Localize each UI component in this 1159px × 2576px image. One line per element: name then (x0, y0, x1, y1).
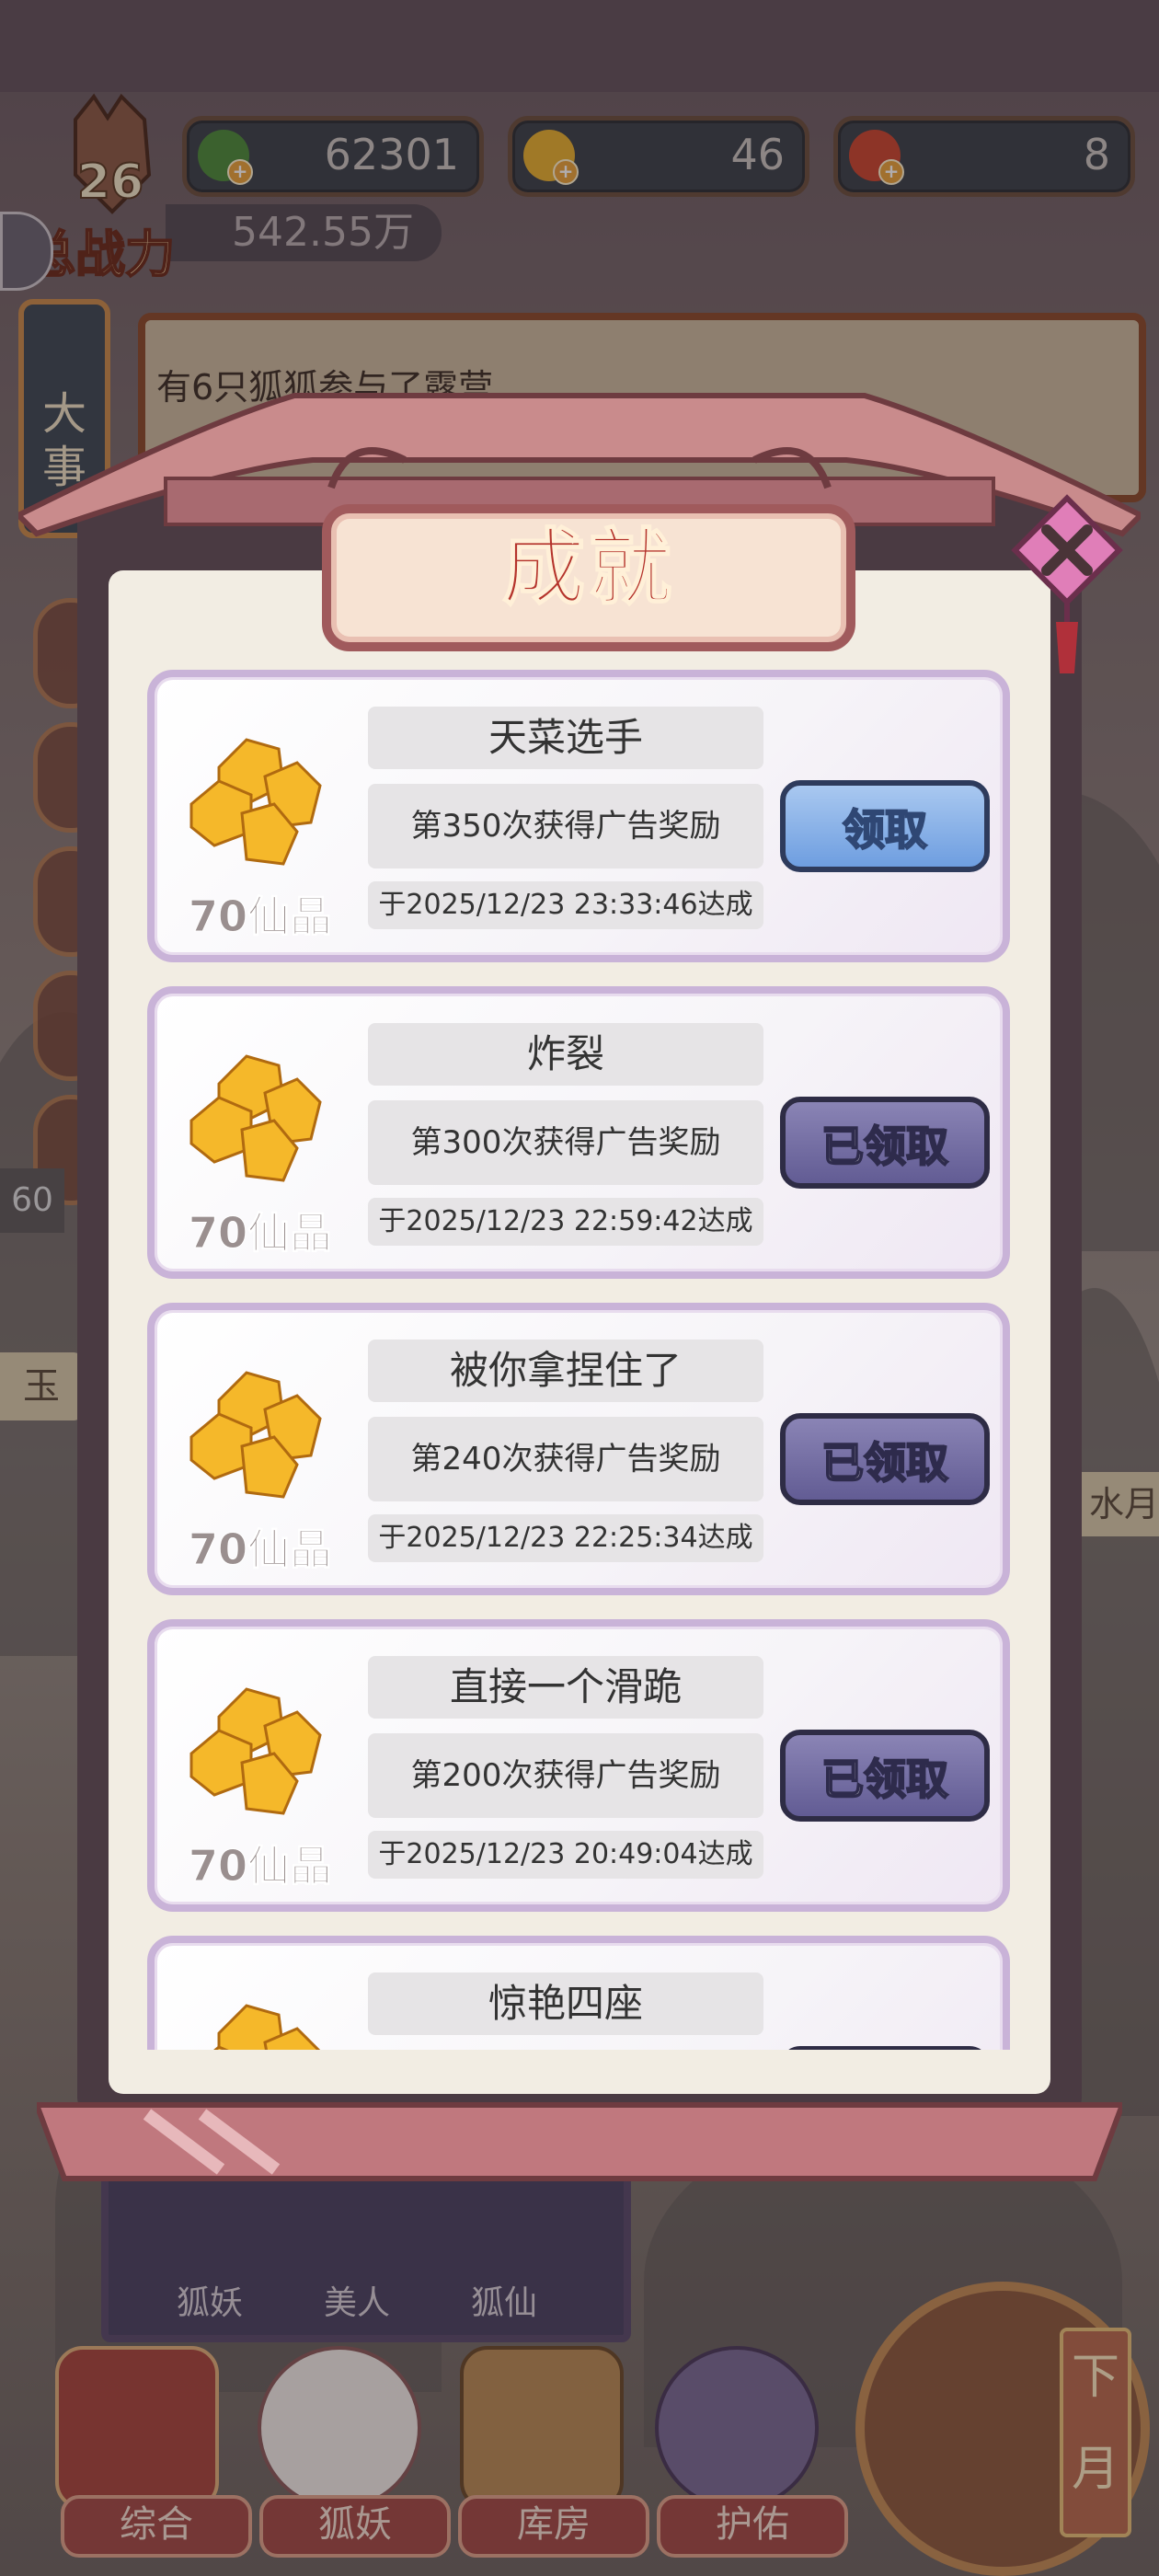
crystal-reward-icon (189, 1371, 322, 1499)
claimed-button[interactable]: 已领取 (780, 1413, 990, 1505)
achievement-desc: 第350次获得广告奖励 (368, 784, 763, 868)
reward-label: 70仙晶 (188, 891, 332, 942)
claimed-button[interactable]: 已领取 (780, 1730, 990, 1822)
modal-title: 成就 (501, 519, 675, 617)
achievement-card: 惊艳四座 (147, 1936, 1010, 2050)
crystal-reward-icon (189, 738, 322, 866)
crystal-reward-icon (213, 2004, 321, 2050)
achievement-list[interactable]: 70仙晶 天菜选手 第350次获得广告奖励 于2025/12/23 23:33:… (147, 670, 1012, 2050)
achievement-card: 70仙晶 直接一个滑跪 第200次获得广告奖励 于2025/12/23 20:4… (147, 1619, 1010, 1912)
reward-label: 70仙晶 (188, 1208, 332, 1259)
achievement-date: 于2025/12/23 23:33:46达成 (368, 881, 763, 929)
close-icon[interactable] (1010, 493, 1124, 677)
status-bar (0, 0, 1159, 92)
claimed-button[interactable] (780, 2046, 990, 2050)
achievement-name: 被你拿捏住了 (368, 1340, 763, 1402)
achievement-card: 70仙晶 被你拿捏住了 第240次获得广告奖励 于2025/12/23 22:2… (147, 1303, 1010, 1595)
crystal-reward-icon (189, 1054, 322, 1182)
achievement-name: 惊艳四座 (368, 1972, 763, 2035)
reward-label: 70仙晶 (188, 1841, 332, 1892)
achievement-date: 于2025/12/23 22:25:34达成 (368, 1514, 763, 1562)
achievement-desc: 第300次获得广告奖励 (368, 1100, 763, 1185)
achievement-desc: 第240次获得广告奖励 (368, 1417, 763, 1501)
achievement-name: 天菜选手 (368, 707, 763, 769)
claimed-button[interactable]: 已领取 (780, 1097, 990, 1189)
achievement-name: 直接一个滑跪 (368, 1656, 763, 1719)
modal-base-decoration (37, 2102, 1122, 2181)
achievement-desc: 第200次获得广告奖励 (368, 1733, 763, 1818)
claim-button[interactable]: 领取 (780, 780, 990, 872)
achievement-name: 炸裂 (368, 1023, 763, 1086)
achievement-card: 70仙晶 天菜选手 第350次获得广告奖励 于2025/12/23 23:33:… (147, 670, 1010, 962)
achievement-date: 于2025/12/23 22:59:42达成 (368, 1198, 763, 1246)
achievement-date: 于2025/12/23 20:49:04达成 (368, 1831, 763, 1879)
reward-label: 70仙晶 (188, 1524, 332, 1575)
crystal-reward-icon (189, 1687, 322, 1815)
achievement-card: 70仙晶 炸裂 第300次获得广告奖励 于2025/12/23 22:59:42… (147, 986, 1010, 1279)
